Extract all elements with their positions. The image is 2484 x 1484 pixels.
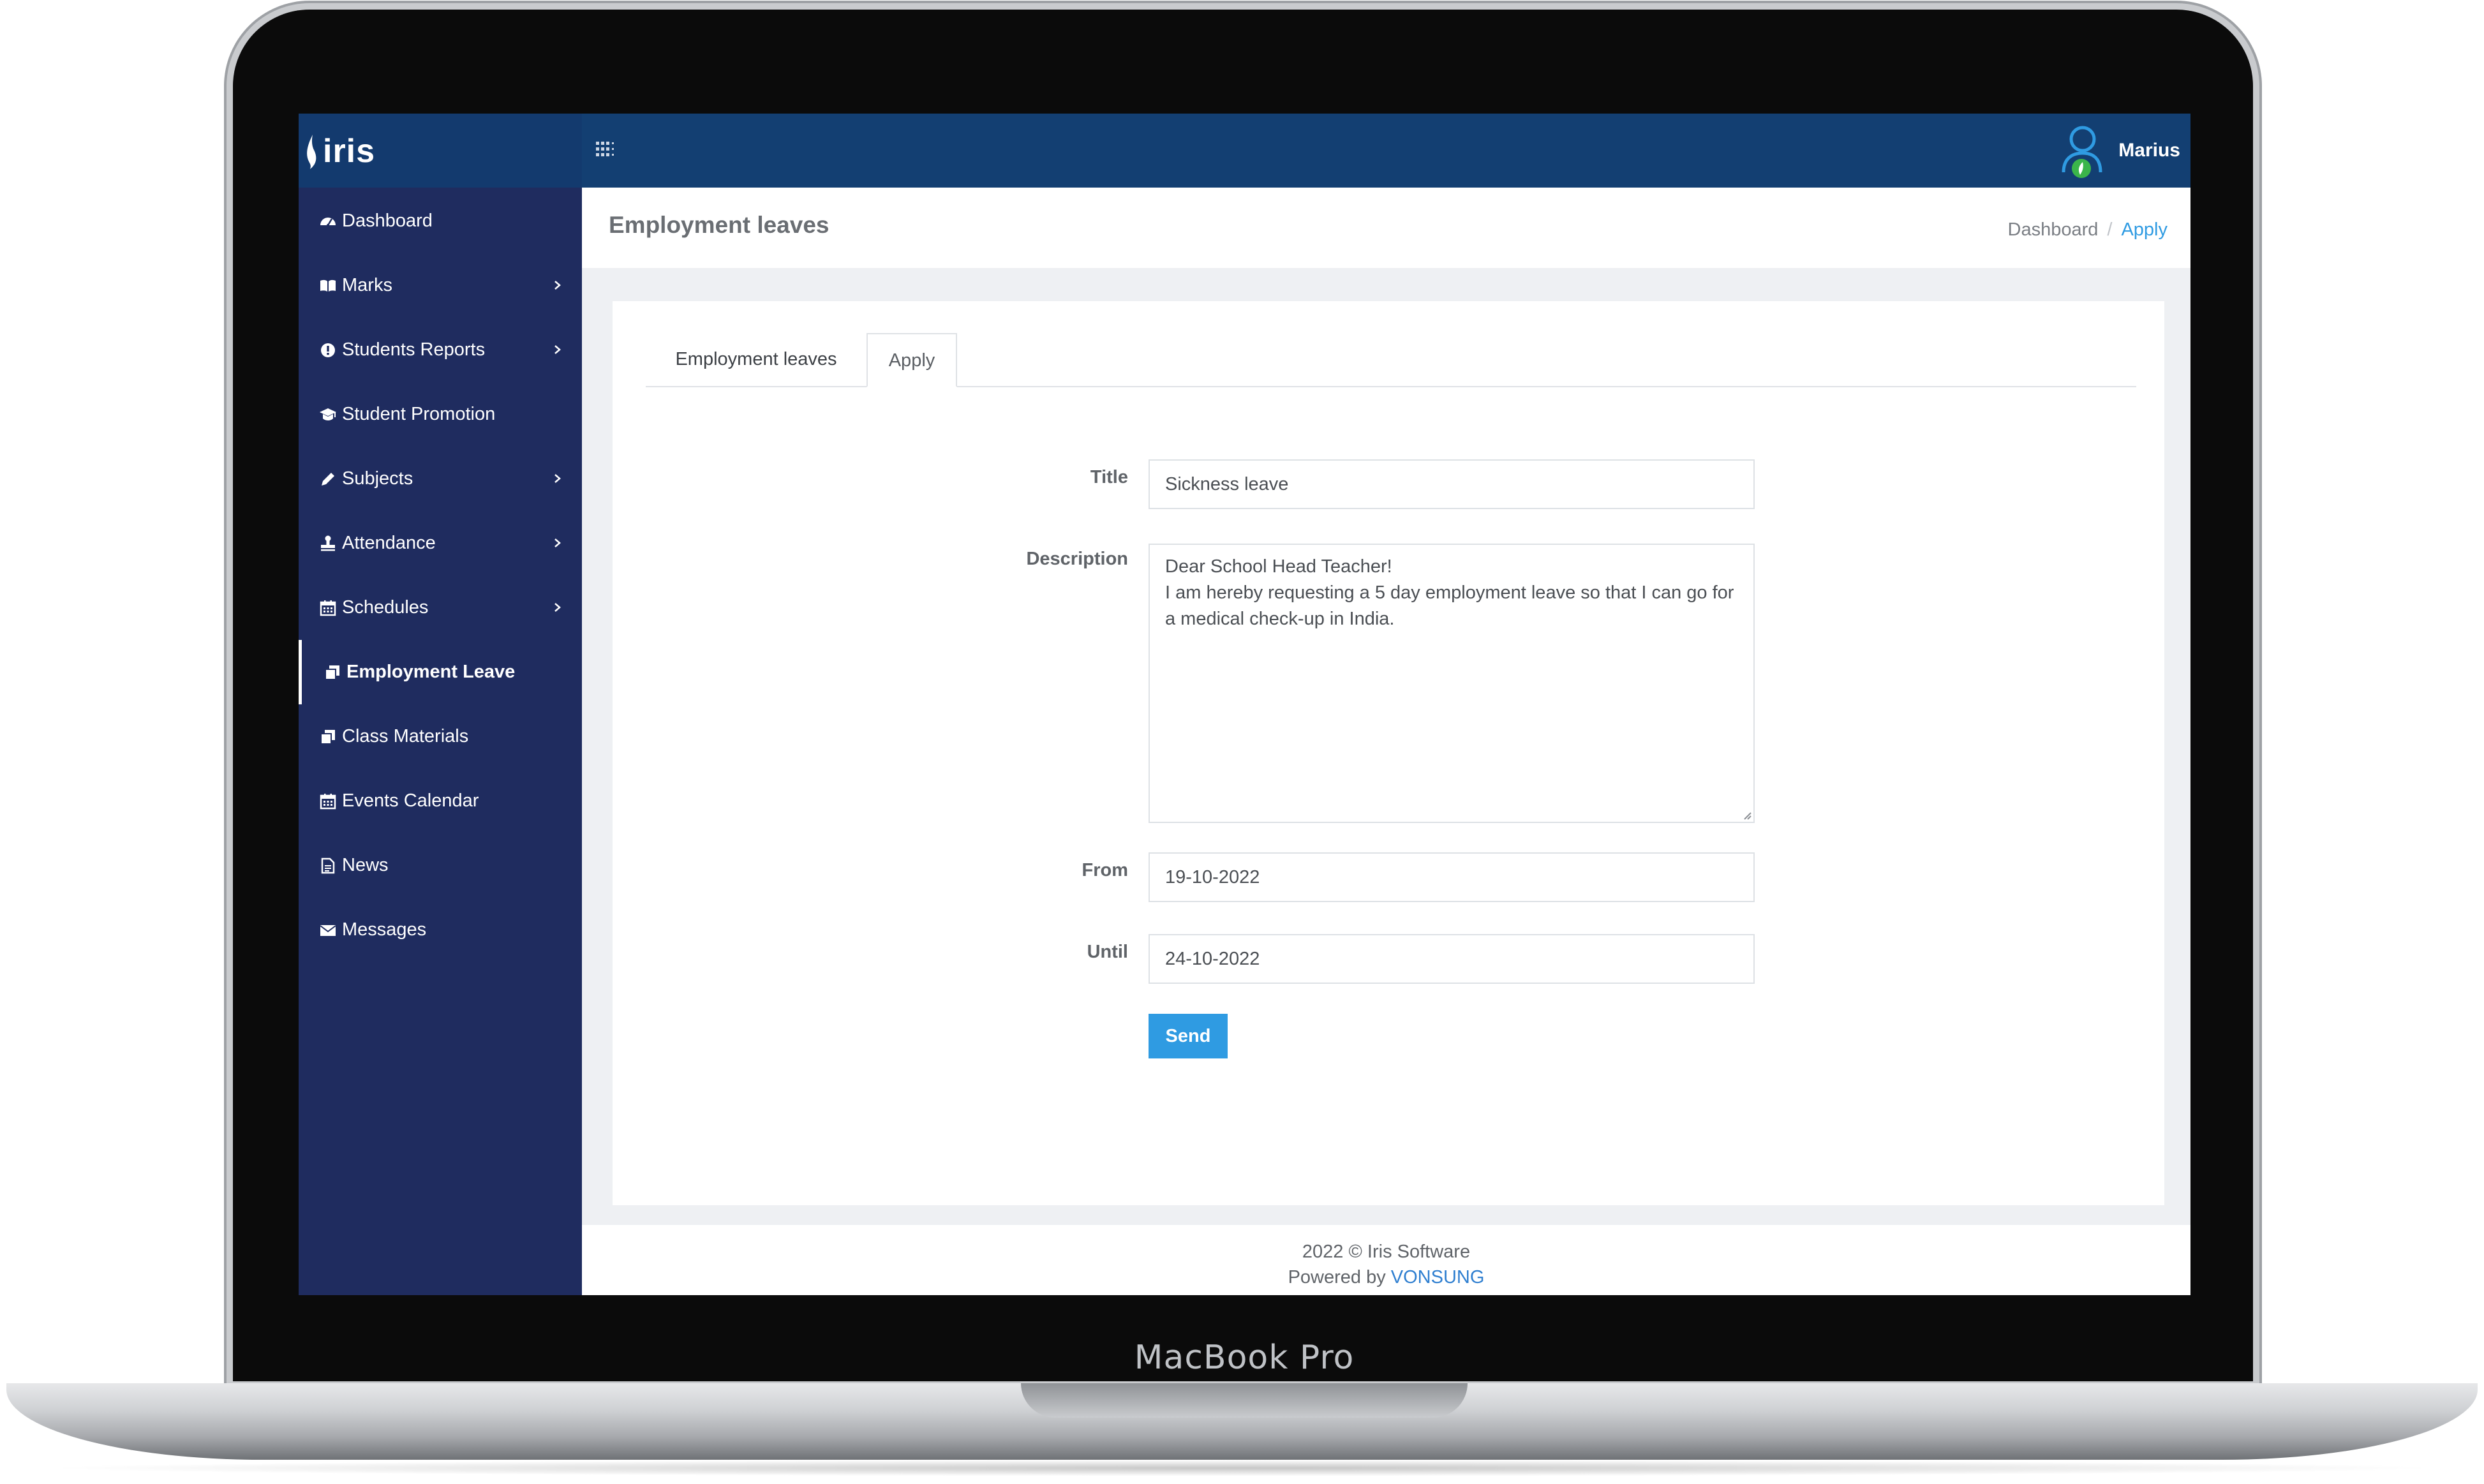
from-date-input[interactable] [1149, 852, 1755, 902]
drop-icon [307, 135, 316, 169]
form-card: Employment leaves Apply Title Descriptio… [613, 301, 2164, 1205]
sidebar-item-label: Class Materials [342, 726, 469, 746]
page-title: Employment leaves [609, 212, 829, 238]
info-circle-icon [321, 343, 335, 357]
calendar-icon [320, 793, 336, 809]
sidebar-item-label: Subjects [342, 468, 413, 489]
laptop-shadow [38, 1460, 2446, 1476]
chevron-right-icon [554, 345, 561, 354]
chevron-right-icon [554, 474, 561, 483]
sidebar-item-label: Marks [342, 275, 392, 295]
tab-bar: Employment leaves Apply [646, 333, 2136, 387]
sidebar-item-label: Schedules [342, 597, 429, 618]
sidebar-item-subjects[interactable]: Subjects [299, 447, 582, 511]
top-bar: Marius [582, 114, 2190, 188]
sidebar: iris Dashboard Marks Students Reports Stude… [299, 114, 582, 1295]
sidebar-item-employment-leave[interactable]: Employment Leave [299, 640, 582, 704]
sidebar-item-label: Employment Leave [346, 662, 516, 682]
breadcrumb-home[interactable]: Dashboard [2008, 219, 2099, 241]
user-menu[interactable]: Marius [2058, 121, 2180, 180]
sidebar-item-students-reports[interactable]: Students Reports [299, 318, 582, 382]
sidebar-item-marks[interactable]: Marks [299, 253, 582, 318]
footer: 2022 © Iris Software Powered by VONSUNG [582, 1225, 2190, 1295]
laptop-base-notch [1021, 1383, 1468, 1418]
copy-icon [325, 665, 339, 680]
sidebar-item-dashboard[interactable]: Dashboard [299, 189, 582, 253]
breadcrumb-separator: / [2107, 219, 2113, 240]
title-label: Title [1090, 467, 1128, 487]
sidebar-item-attendance[interactable]: Attendance [299, 511, 582, 575]
stamp-icon [321, 535, 335, 551]
user-name: Marius [2118, 140, 2180, 161]
sidebar-item-student-promotion[interactable]: Student Promotion [299, 382, 582, 447]
sidebar-item-label: Students Reports [342, 339, 486, 360]
logo-text: iris [323, 133, 376, 170]
envelope-icon [320, 924, 336, 936]
footer-powered-prefix: Powered by [1288, 1267, 1391, 1287]
breadcrumb-current[interactable]: Apply [2121, 219, 2168, 241]
tab-apply[interactable]: Apply [866, 333, 957, 387]
send-button[interactable]: Send [1149, 1014, 1228, 1058]
pencil-icon [322, 472, 334, 486]
footer-vendor-link[interactable]: VONSUNG [1391, 1267, 1485, 1287]
user-avatar-icon [2062, 126, 2102, 178]
tab-employment-leaves[interactable]: Employment leaves [646, 333, 866, 386]
sidebar-item-schedules[interactable]: Schedules [299, 575, 582, 640]
chevron-right-icon [554, 538, 561, 547]
chevron-right-icon [554, 603, 561, 612]
sidebar-nav: Dashboard Marks Students Reports Student Pr… [299, 189, 582, 962]
screen: iris Dashboard Marks Students Reports Stude… [299, 114, 2190, 1295]
book-icon [320, 279, 336, 292]
footer-powered-by: Powered by VONSUNG [582, 1267, 2190, 1288]
chevron-right-icon [554, 281, 561, 290]
sidebar-item-label: Student Promotion [342, 404, 496, 424]
sidebar-item-events-calendar[interactable]: Events Calendar [299, 769, 582, 833]
copy-icon [320, 729, 335, 745]
sidebar-item-messages[interactable]: Messages [299, 898, 582, 962]
from-label: From [1082, 860, 1129, 880]
sidebar-item-label: News [342, 855, 389, 875]
apps-grid-icon[interactable] [595, 139, 618, 158]
sidebar-item-label: Events Calendar [342, 790, 479, 811]
description-textarea[interactable]: Dear School Head Teacher! I am hereby re… [1149, 544, 1755, 823]
sidebar-item-news[interactable]: News [299, 833, 582, 898]
until-date-input[interactable] [1149, 934, 1755, 984]
logo-area: iris [299, 114, 582, 188]
graduation-cap-icon [320, 408, 336, 420]
dashboard-icon [320, 217, 336, 226]
footer-copyright: 2022 © Iris Software [1302, 1242, 1471, 1262]
calendar-icon [320, 600, 336, 616]
sidebar-item-label: Messages [342, 919, 427, 940]
sidebar-item-label: Dashboard [342, 211, 433, 231]
file-icon [321, 857, 335, 873]
description-label: Description [1026, 549, 1128, 569]
title-input[interactable] [1149, 459, 1755, 509]
breadcrumb: Dashboard / Apply [2008, 219, 2168, 241]
page-header: Employment leaves Dashboard / Apply [582, 188, 2190, 268]
main-content: Employment leaves Dashboard / Apply Empl… [582, 188, 2190, 1295]
resize-grip-icon[interactable] [1742, 810, 1752, 820]
sidebar-item-class-materials[interactable]: Class Materials [299, 704, 582, 769]
sidebar-item-label: Attendance [342, 533, 436, 553]
app-logo[interactable]: iris [304, 129, 375, 174]
laptop-model-label: MacBook Pro [1134, 1339, 1355, 1377]
until-label: Until [1087, 942, 1128, 962]
